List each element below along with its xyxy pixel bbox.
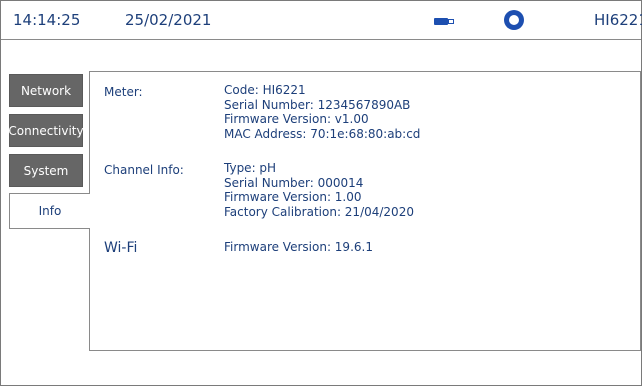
wifi-info: Firmware Version: 19.6.1 [224,240,373,255]
tab-connectivity-label: Connectivity [8,123,84,138]
device-screen: 14:14:25 25/02/2021 HI6221 Network Conne… [0,0,642,386]
wifi-label: Wi-Fi [104,240,138,256]
wifi-firmware: Firmware Version: 19.6.1 [224,240,373,254]
tab-system[interactable]: System [9,154,83,187]
channel-type: Type: pH [224,161,277,175]
meter-mac: MAC Address: 70:1e:68:80:ab:cd [224,126,421,141]
channel-label: Channel Info: [104,163,184,177]
meter-firmware: Firmware Version: v1.00 [224,112,369,126]
channel-calibration: Factory Calibration: 21/04/2020 [224,204,414,219]
channel-firmware: Firmware Version: 1.00 [224,190,362,204]
tab-network-label: Network [20,83,72,98]
info-panel: Meter: Code: HI6221 Serial Number: 12345… [89,71,641,351]
meter-code: Code: HI6221 [224,83,306,97]
meter-label: Meter: [104,85,143,99]
tab-network[interactable]: Network [9,74,83,107]
status-bar: 14:14:25 25/02/2021 HI6221 [1,1,642,40]
clock-time: 14:14:25 [13,11,81,29]
tab-info-label: Info [38,204,62,218]
clock-date: 25/02/2021 [125,11,212,29]
tab-system-label: System [23,163,69,178]
meter-serial: Serial Number: 1234567890AB [224,97,411,112]
channel-serial: Serial Number: 000014 [224,175,364,190]
channel-info: Type: pH Serial Number: 000014 Firmware … [224,161,414,219]
tab-info[interactable]: Info [9,193,90,229]
record-icon[interactable] [504,10,524,30]
model-name: HI6221 [594,11,642,29]
usb-icon [434,17,456,25]
tab-connectivity[interactable]: Connectivity [8,114,84,147]
meter-info: Code: HI6221 Serial Number: 1234567890AB… [224,83,420,141]
